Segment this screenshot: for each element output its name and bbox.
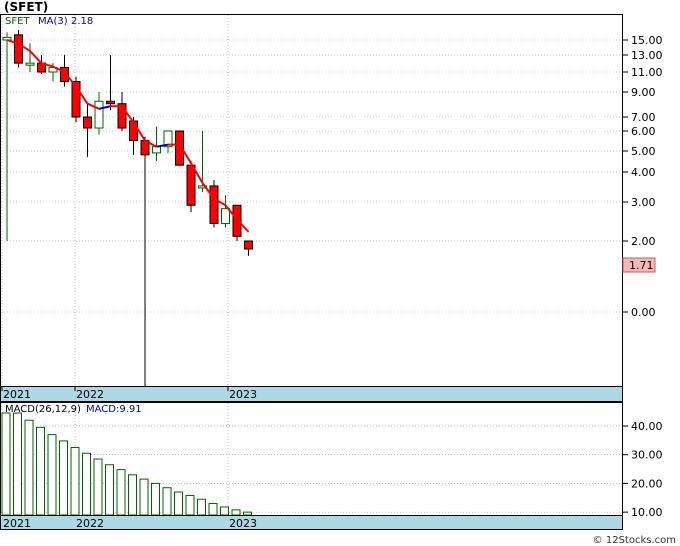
macd-bar (13, 412, 22, 516)
candle-body (186, 164, 196, 206)
macd-bar (47, 434, 57, 516)
legend-symbol: SFET (5, 16, 30, 27)
macd-bar (24, 419, 34, 516)
last-price-label: 1.71 (629, 259, 654, 272)
macd-y-tick-label: 20.00 (631, 477, 663, 490)
price-x-tick-label: 2022 (76, 388, 104, 401)
macd-bar (116, 469, 126, 516)
macd-bar (105, 464, 114, 516)
candle-body (244, 240, 253, 250)
macd-legend: MACD(26,12,9) MACD:9.91 (5, 404, 142, 415)
macd-bar (59, 440, 68, 516)
price-y-tick-label: 7.00 (631, 111, 656, 124)
macd-y-tick-label: 40.00 (631, 420, 663, 433)
chart-area: 15.00 13.00 11.00 9.00 7.006.00 5.00 4.00 3.00 2… (0, 14, 663, 530)
price-y-axis: 15.00 13.00 11.00 9.00 7.006.00 5.00 4.00 3.00 2… (622, 34, 663, 319)
price-y-tick-label: 2.00 (631, 235, 656, 248)
macd-bar (1, 412, 11, 516)
macd-panel: 40.00 30.00 20.00 10.00 MACD(26,12,9) MACD:… (0, 402, 663, 530)
price-y-tick-label: 13.00 (631, 49, 663, 62)
macd-x-tick-label: 2022 (76, 517, 104, 530)
price-x-tick-label: 2023 (229, 388, 257, 401)
macd-bar (208, 503, 218, 516)
legend-macd-label: MACD(26,12,9) (5, 404, 81, 415)
macd-x-tick-label: 2021 (3, 517, 31, 530)
macd-bar (36, 426, 45, 516)
candle-body (25, 62, 35, 66)
macd-bar (82, 452, 91, 516)
candle-body (106, 100, 115, 105)
price-y-tick-label: 4.00 (631, 166, 656, 179)
price-x-tick-label: 2021 (3, 388, 31, 401)
macd-bar (162, 487, 172, 516)
price-legend: SFET MA(3) 2.18 (5, 16, 93, 27)
macd-y-axis: 40.00 30.00 20.00 10.00 (622, 420, 663, 519)
macd-bar (93, 458, 103, 516)
price-y-tick-label: 0.00 (631, 306, 656, 319)
macd-bar (70, 447, 80, 516)
legend-macd-value: MACD:9.91 (86, 404, 142, 415)
legend-ma-label: MA(3) (38, 16, 68, 27)
macd-bar (185, 494, 195, 516)
macd-bar (174, 491, 183, 516)
candle-body (14, 34, 23, 64)
legend-ma-value: 2.18 (71, 16, 93, 27)
price-y-tick-label: 11.00 (631, 66, 663, 79)
macd-bar (128, 474, 137, 516)
candle-body (152, 146, 161, 154)
candle-body (2, 36, 12, 41)
candle-body (221, 208, 230, 224)
macd-y-tick-label: 10.00 (631, 506, 663, 519)
candle-body (94, 100, 104, 129)
macd-bar (220, 506, 229, 516)
candle-body (209, 185, 219, 224)
macd-bar (243, 511, 252, 516)
macd-y-tick-label: 30.00 (631, 449, 663, 462)
macd-x-tick-label: 2023 (229, 517, 257, 530)
candle (14, 30, 23, 68)
macd-bar (151, 482, 160, 516)
price-y-tick-label: 15.00 (631, 34, 663, 47)
price-panel: 15.00 13.00 11.00 9.00 7.006.00 5.00 4.00 3.00 2… (0, 14, 663, 402)
last-price-marker: 1.71 (622, 257, 656, 273)
macd-bar (197, 498, 206, 516)
credit-text: © 12Stocks.com (592, 535, 676, 546)
macd-bar (231, 509, 241, 516)
candle-body (83, 116, 92, 129)
price-y-tick-label: 6.00 (631, 125, 656, 138)
candle (209, 180, 219, 228)
price-y-tick-label: 5.00 (631, 145, 656, 158)
macd-bar (139, 478, 149, 516)
price-y-tick-label: 3.00 (631, 196, 656, 209)
price-panel-frame (0, 14, 623, 387)
price-y-tick-label: 9.00 (631, 86, 656, 99)
